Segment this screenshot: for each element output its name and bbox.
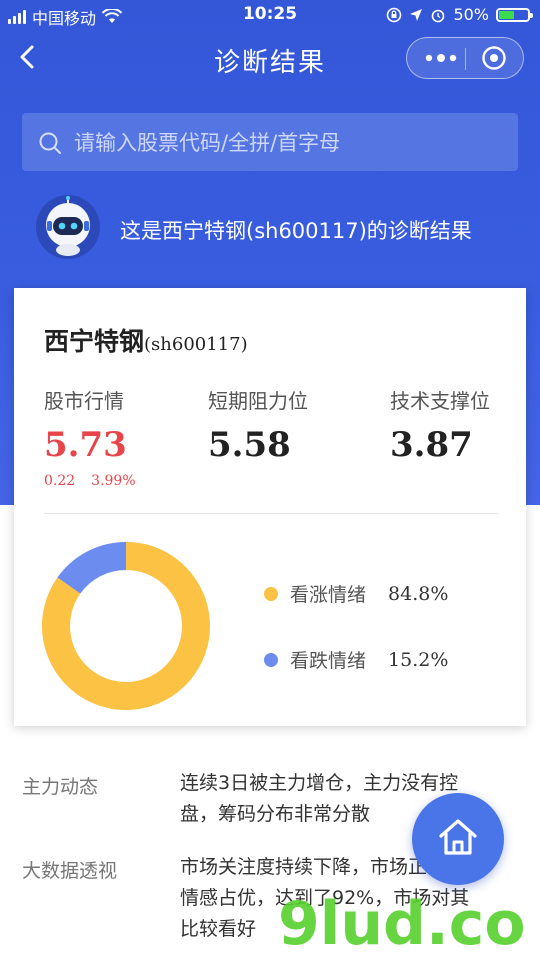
- legend-bear-label: 看跌情绪: [290, 650, 367, 672]
- card-divider: [44, 513, 498, 514]
- change-percent: 3.99%: [91, 473, 136, 489]
- more-icon[interactable]: [421, 47, 461, 69]
- mini-program-capsule: [406, 37, 524, 79]
- metric-value-support: 3.87: [390, 425, 473, 465]
- legend-bear-percent: 15.2%: [388, 648, 449, 671]
- battery-icon: [496, 7, 533, 22]
- site-watermark: 9lud.com: [278, 889, 528, 958]
- sentiment-donut-chart: [42, 542, 210, 710]
- legend-bull: 看涨情绪 84.8%: [264, 580, 448, 607]
- status-bar: 中国移动 10:25 50%: [0, 0, 540, 30]
- stock-title: 西宁特钢(sh600117): [44, 322, 248, 358]
- metric-value-market: 5.73: [44, 425, 127, 465]
- price-change: 0.22 3.99%: [44, 473, 152, 489]
- robot-avatar: [36, 195, 100, 259]
- diagnosis-intro: 这是西宁特钢(sh600117)的诊断结果: [120, 219, 472, 243]
- metric-label-support: 技术支撑位: [390, 389, 490, 413]
- metric-value-resistance: 5.58: [208, 425, 291, 465]
- legend-bull-label: 看涨情绪: [290, 584, 367, 606]
- metric-label-resistance: 短期阻力位: [208, 389, 308, 413]
- detail-label-main-force: 主力动态: [22, 776, 99, 798]
- bull-dot-icon: [264, 586, 278, 601]
- search-input[interactable]: [72, 113, 496, 173]
- battery-percent: 50%: [453, 5, 489, 24]
- home-button[interactable]: [412, 793, 504, 885]
- bear-dot-icon: [264, 652, 278, 667]
- metric-label-market: 股市行情: [44, 389, 124, 413]
- stock-name: 西宁特钢: [44, 327, 145, 356]
- watermark-text: 9lud.com: [278, 889, 528, 958]
- nav-bar: 诊断结果: [0, 30, 540, 86]
- location-icon: [410, 8, 423, 21]
- stock-code: (sh600117): [144, 334, 248, 355]
- search-box[interactable]: [22, 113, 518, 173]
- legend-bear: 看跌情绪 15.2%: [264, 646, 448, 673]
- alarm-icon: [432, 9, 445, 22]
- home-icon: [439, 819, 477, 855]
- detail-label-big-data: 大数据透视: [22, 860, 118, 882]
- change-amount: 0.22: [44, 473, 76, 489]
- capsule-divider: [465, 48, 466, 70]
- target-icon[interactable]: [481, 45, 507, 71]
- stock-card: 西宁特钢(sh600117) 股市行情 短期阻力位 技术支撑位 5.73 5.5…: [14, 288, 526, 726]
- search-icon: [39, 132, 61, 154]
- legend-bull-percent: 84.8%: [388, 582, 449, 605]
- rotation-lock-icon: [387, 7, 402, 22]
